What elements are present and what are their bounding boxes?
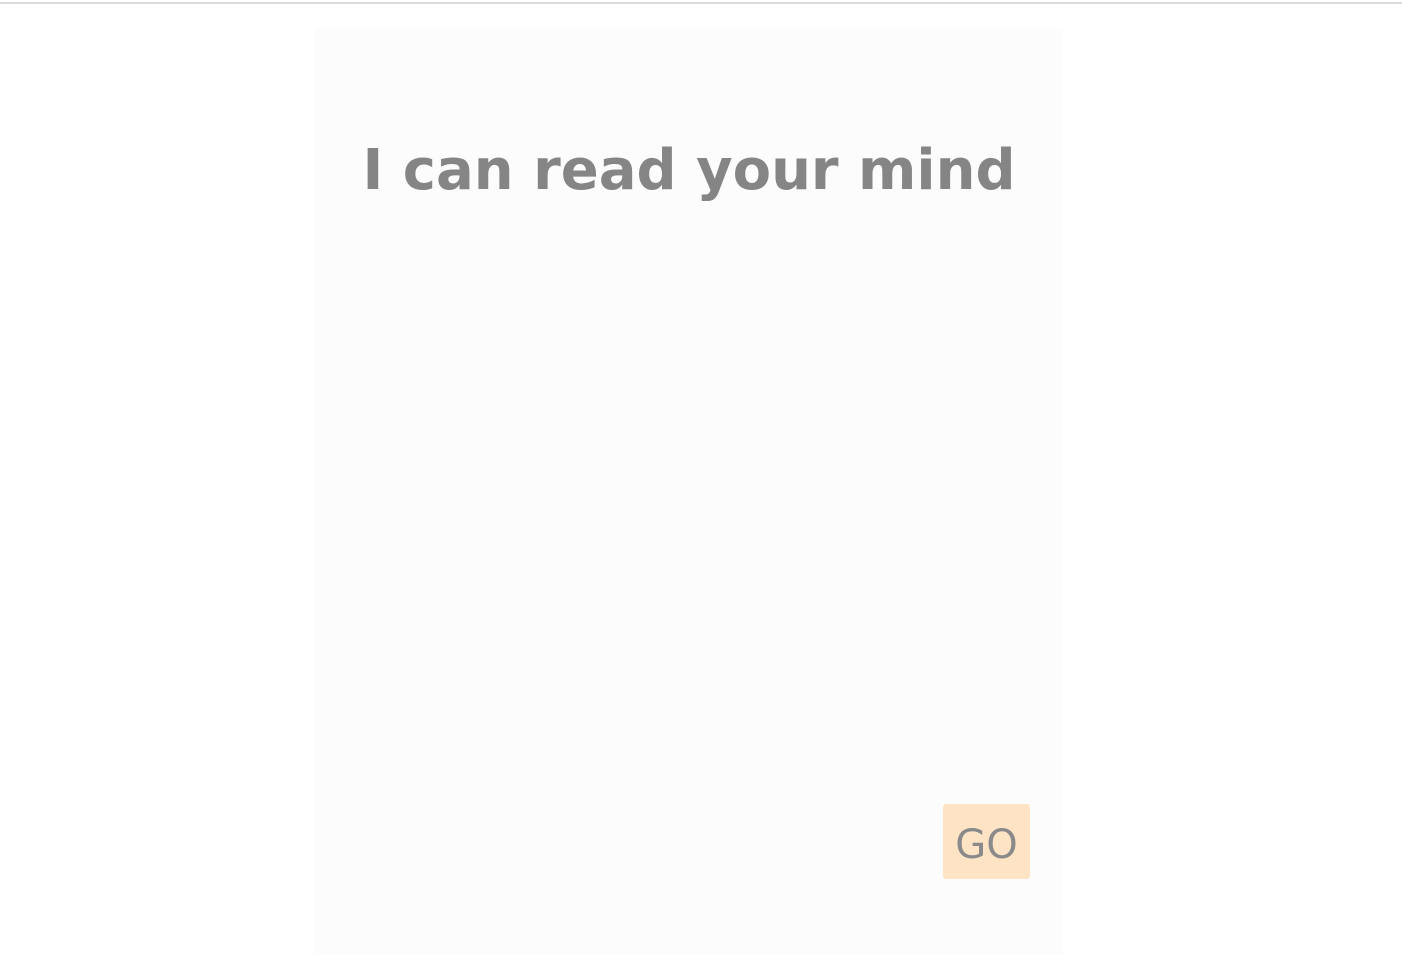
go-button[interactable]: GO [943,804,1030,879]
top-divider [0,2,1402,4]
main-card: I can read your mind GO [315,28,1063,954]
page-title: I can read your mind [362,138,1016,203]
